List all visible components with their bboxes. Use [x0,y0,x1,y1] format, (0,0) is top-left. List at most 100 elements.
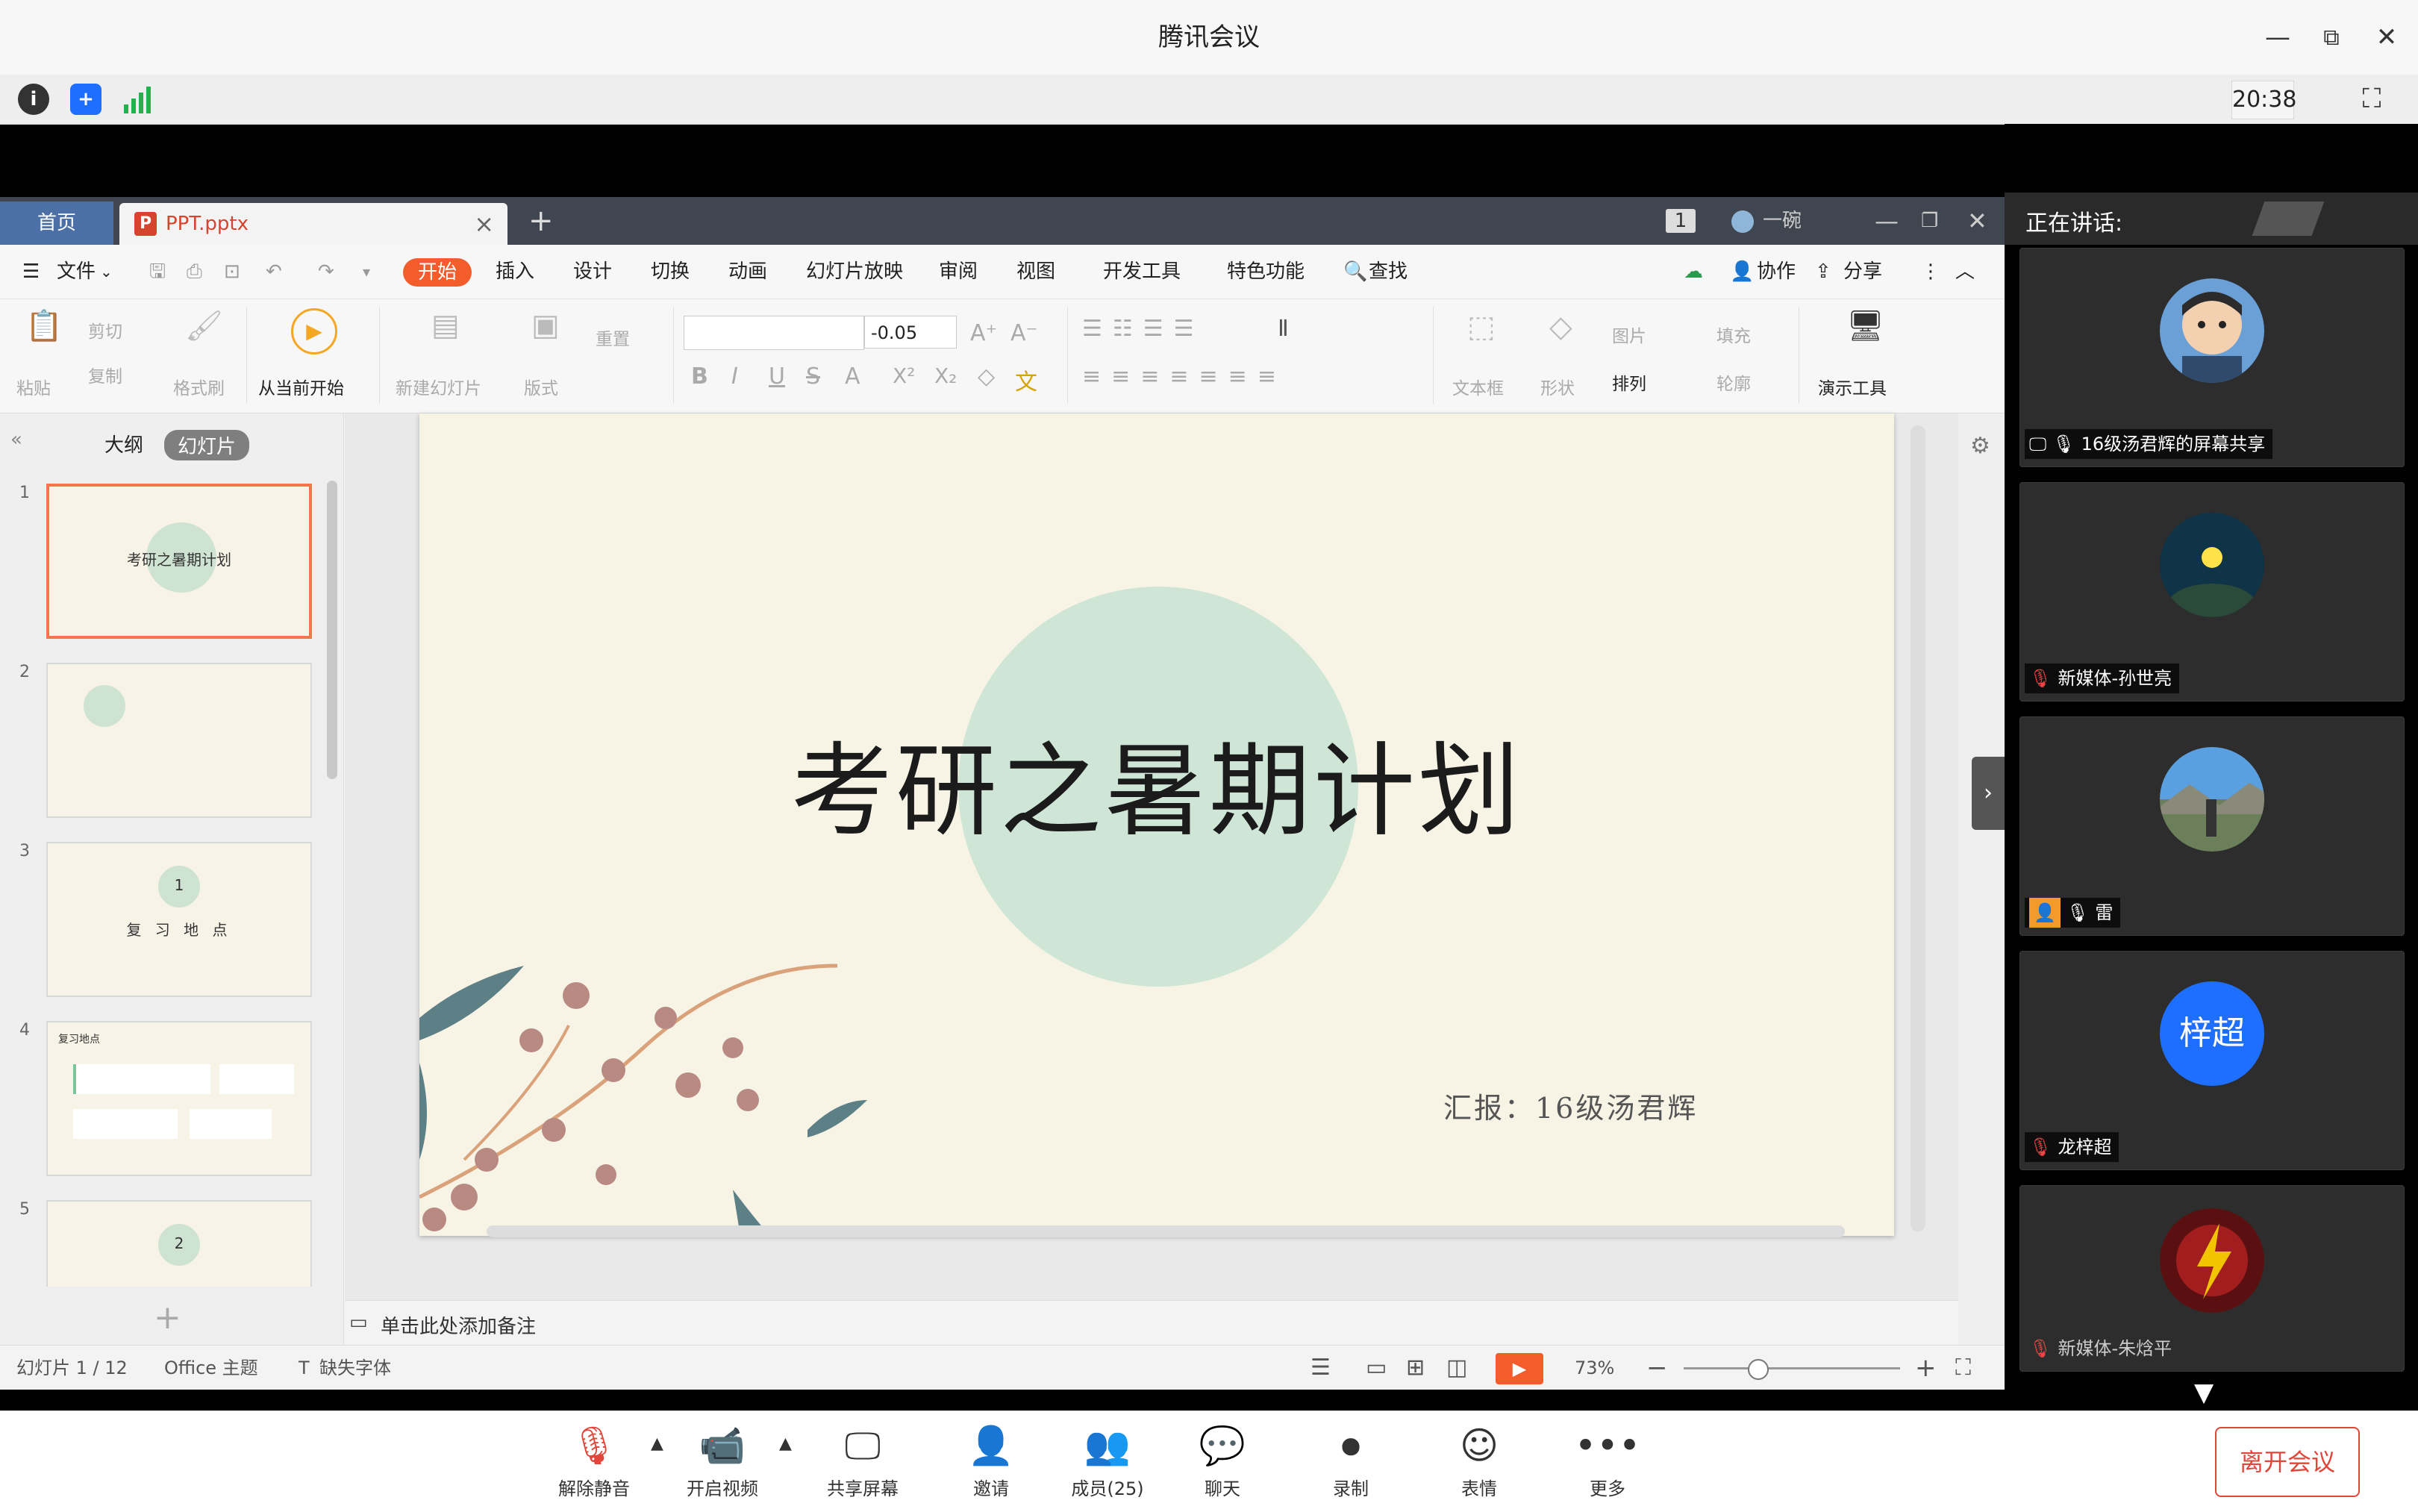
picture-button[interactable]: 图片 [1612,322,1646,347]
alignment-icons[interactable]: ≡≡≡≡≡≡≡ [1082,363,1287,390]
play-slideshow-button[interactable]: ▶ [1496,1353,1543,1384]
notes-area[interactable]: ▭ 单击此处添加备注 [345,1300,1958,1346]
menu-features[interactable]: 特色功能 [1227,245,1305,299]
shape-icon[interactable]: ◇ [1549,310,1572,344]
present-tools-icon[interactable]: 🖥 [1846,308,1884,343]
superscript-icon[interactable]: X² [893,363,915,388]
speaker-tile[interactable]: 👤 🎙 雷 [2019,716,2405,936]
restore-icon[interactable]: ⧉ [2315,21,2348,54]
normal-view-icon[interactable]: ▭ [1366,1346,1387,1390]
menu-search[interactable]: 查找 [1369,245,1408,299]
present-tools-button[interactable]: 演示工具 [1818,374,1887,399]
fullscreen-icon[interactable]: ⛶ [2351,81,2393,118]
tab-close-icon[interactable]: × [474,203,494,245]
play-icon[interactable]: ▶ [291,308,337,354]
redo-icon[interactable]: ↷ [318,245,334,299]
current-slide[interactable]: 考研之暑期计划 汇报：16级汤君辉 [419,413,1894,1236]
emoji-button[interactable]: ☺ 表情 [1434,1422,1524,1500]
font-size-input[interactable]: -0.05 [864,316,957,349]
paste-label[interactable]: 粘贴 [16,374,51,399]
slide-title[interactable]: 考研之暑期计划 [419,709,1894,856]
tab-home[interactable]: 首页 [0,202,113,245]
new-slide-icon[interactable]: ▤ [431,308,460,343]
user-avatar[interactable] [1731,210,1754,233]
panel-scrollbar[interactable] [327,481,337,779]
invite-button[interactable]: 👤 邀请 [946,1422,1036,1500]
new-slide-button[interactable]: 新建幻灯片 [396,374,481,399]
menu-collab[interactable]: 协作 [1757,245,1796,299]
textbox-button[interactable]: 文本框 [1452,374,1504,399]
text-direction-icon[interactable]: Ⅱ [1278,316,1289,342]
font-color-icon[interactable]: A [845,363,860,390]
slide-subtitle[interactable]: 汇报：16级汤君辉 [1443,1085,1698,1126]
speaker-tile[interactable]: 梓超 🎙 龙梓超 [2019,951,2405,1170]
horizontal-scrollbar[interactable] [487,1225,1845,1237]
subscript-icon[interactable]: X₂ [934,363,957,388]
speaker-tile[interactable]: 🎙 新媒体-朱焓平 [2019,1185,2405,1372]
copy-label[interactable]: 复制 [88,362,122,387]
arrange-button[interactable]: 排列 [1612,369,1646,395]
signal-icon[interactable] [122,85,152,113]
zoom-out-icon[interactable]: − [1646,1346,1668,1390]
print-icon[interactable]: ⎙ [187,245,202,299]
slide-thumbnail-4[interactable]: 复习地点 [46,1021,312,1176]
format-painter-icon[interactable]: 🖌 [185,308,223,343]
vertical-scrollbar[interactable] [1911,425,1925,1231]
user-name[interactable]: 一碗 [1763,197,1802,245]
reset-button[interactable]: 重置 [596,325,630,350]
unmute-button[interactable]: 🎙 解除静音 [549,1422,639,1500]
grow-font-icon[interactable]: A⁺ [970,320,997,346]
bold-icon[interactable]: B [691,363,708,390]
cut-label[interactable]: 剪切 [88,317,122,343]
speaker-tile[interactable]: 🎙 新媒体-孙世亮 [2019,482,2405,702]
menu-file[interactable]: 文件 [57,245,96,299]
italic-icon[interactable]: I [731,363,738,390]
new-tab-button[interactable]: + [528,197,554,245]
underline-icon[interactable]: U [769,363,785,390]
preview-icon[interactable]: ⊡ [224,245,240,299]
slide-thumbnail-2[interactable] [46,663,312,818]
properties-icon[interactable]: ⚙ [1970,433,1990,459]
zoom-level[interactable]: 73% [1575,1346,1614,1390]
expand-panel-icon[interactable]: › [1972,757,2005,830]
menu-animations[interactable]: 动画 [728,245,767,299]
highlight-icon[interactable]: 文 [1015,363,1037,396]
collapse-ribbon-icon[interactable]: ︿ [1955,245,1975,299]
minimize-icon[interactable]: — [2261,21,2294,54]
layout-icon[interactable]: ▣ [531,308,560,343]
menu-share[interactable]: 分享 [1843,245,1882,299]
record-button[interactable]: ⏺ 录制 [1306,1422,1396,1500]
wps-minimize-icon[interactable]: — [1875,197,1899,245]
menu-review[interactable]: 审阅 [939,245,978,299]
zoom-slider[interactable] [1684,1367,1900,1369]
missing-font[interactable]: 缺失字体 [319,1346,391,1390]
info-icon[interactable]: i [18,84,49,115]
undo-icon[interactable]: ↶ [266,245,282,299]
theme-name[interactable]: Office 主题 [164,1346,258,1390]
share-icon[interactable]: ⇪ [1815,245,1831,299]
font-name-input[interactable] [684,316,864,350]
from-current-button[interactable]: 从当前开始 [258,374,344,399]
menu-transitions[interactable]: 切换 [651,245,690,299]
outline-button[interactable]: 轮廓 [1716,369,1751,395]
fill-button[interactable]: 填充 [1716,322,1751,347]
more-button[interactable]: ••• 更多 [1563,1422,1652,1500]
menu-developer[interactable]: 开发工具 [1103,245,1181,299]
customize-icon[interactable]: ▾ [363,245,370,299]
tab-outline[interactable]: 大纲 [104,430,143,457]
fit-window-icon[interactable]: ⛶ [1955,1346,1971,1390]
search-icon[interactable]: 🔍 [1343,245,1367,299]
notes-placeholder[interactable]: 单击此处添加备注 [381,1311,536,1339]
sorter-view-icon[interactable]: ⊞ [1406,1346,1425,1390]
shrink-font-icon[interactable]: A⁻ [1010,320,1037,346]
menu-home[interactable]: 开始 [403,258,472,287]
paste-icon[interactable]: 📋 [25,308,63,343]
zoom-slider-thumb[interactable] [1748,1359,1769,1380]
cloud-icon[interactable]: ☁ [1684,245,1703,299]
shape-button[interactable]: 形状 [1540,374,1575,399]
format-painter-label[interactable]: 格式刷 [173,374,225,399]
paragraph-tools-icon[interactable]: ☰☷☰☰ [1082,316,1205,342]
menu-design[interactable]: 设计 [573,245,612,299]
add-slide-button[interactable]: + [154,1299,181,1337]
close-icon[interactable]: ✕ [2370,21,2403,54]
